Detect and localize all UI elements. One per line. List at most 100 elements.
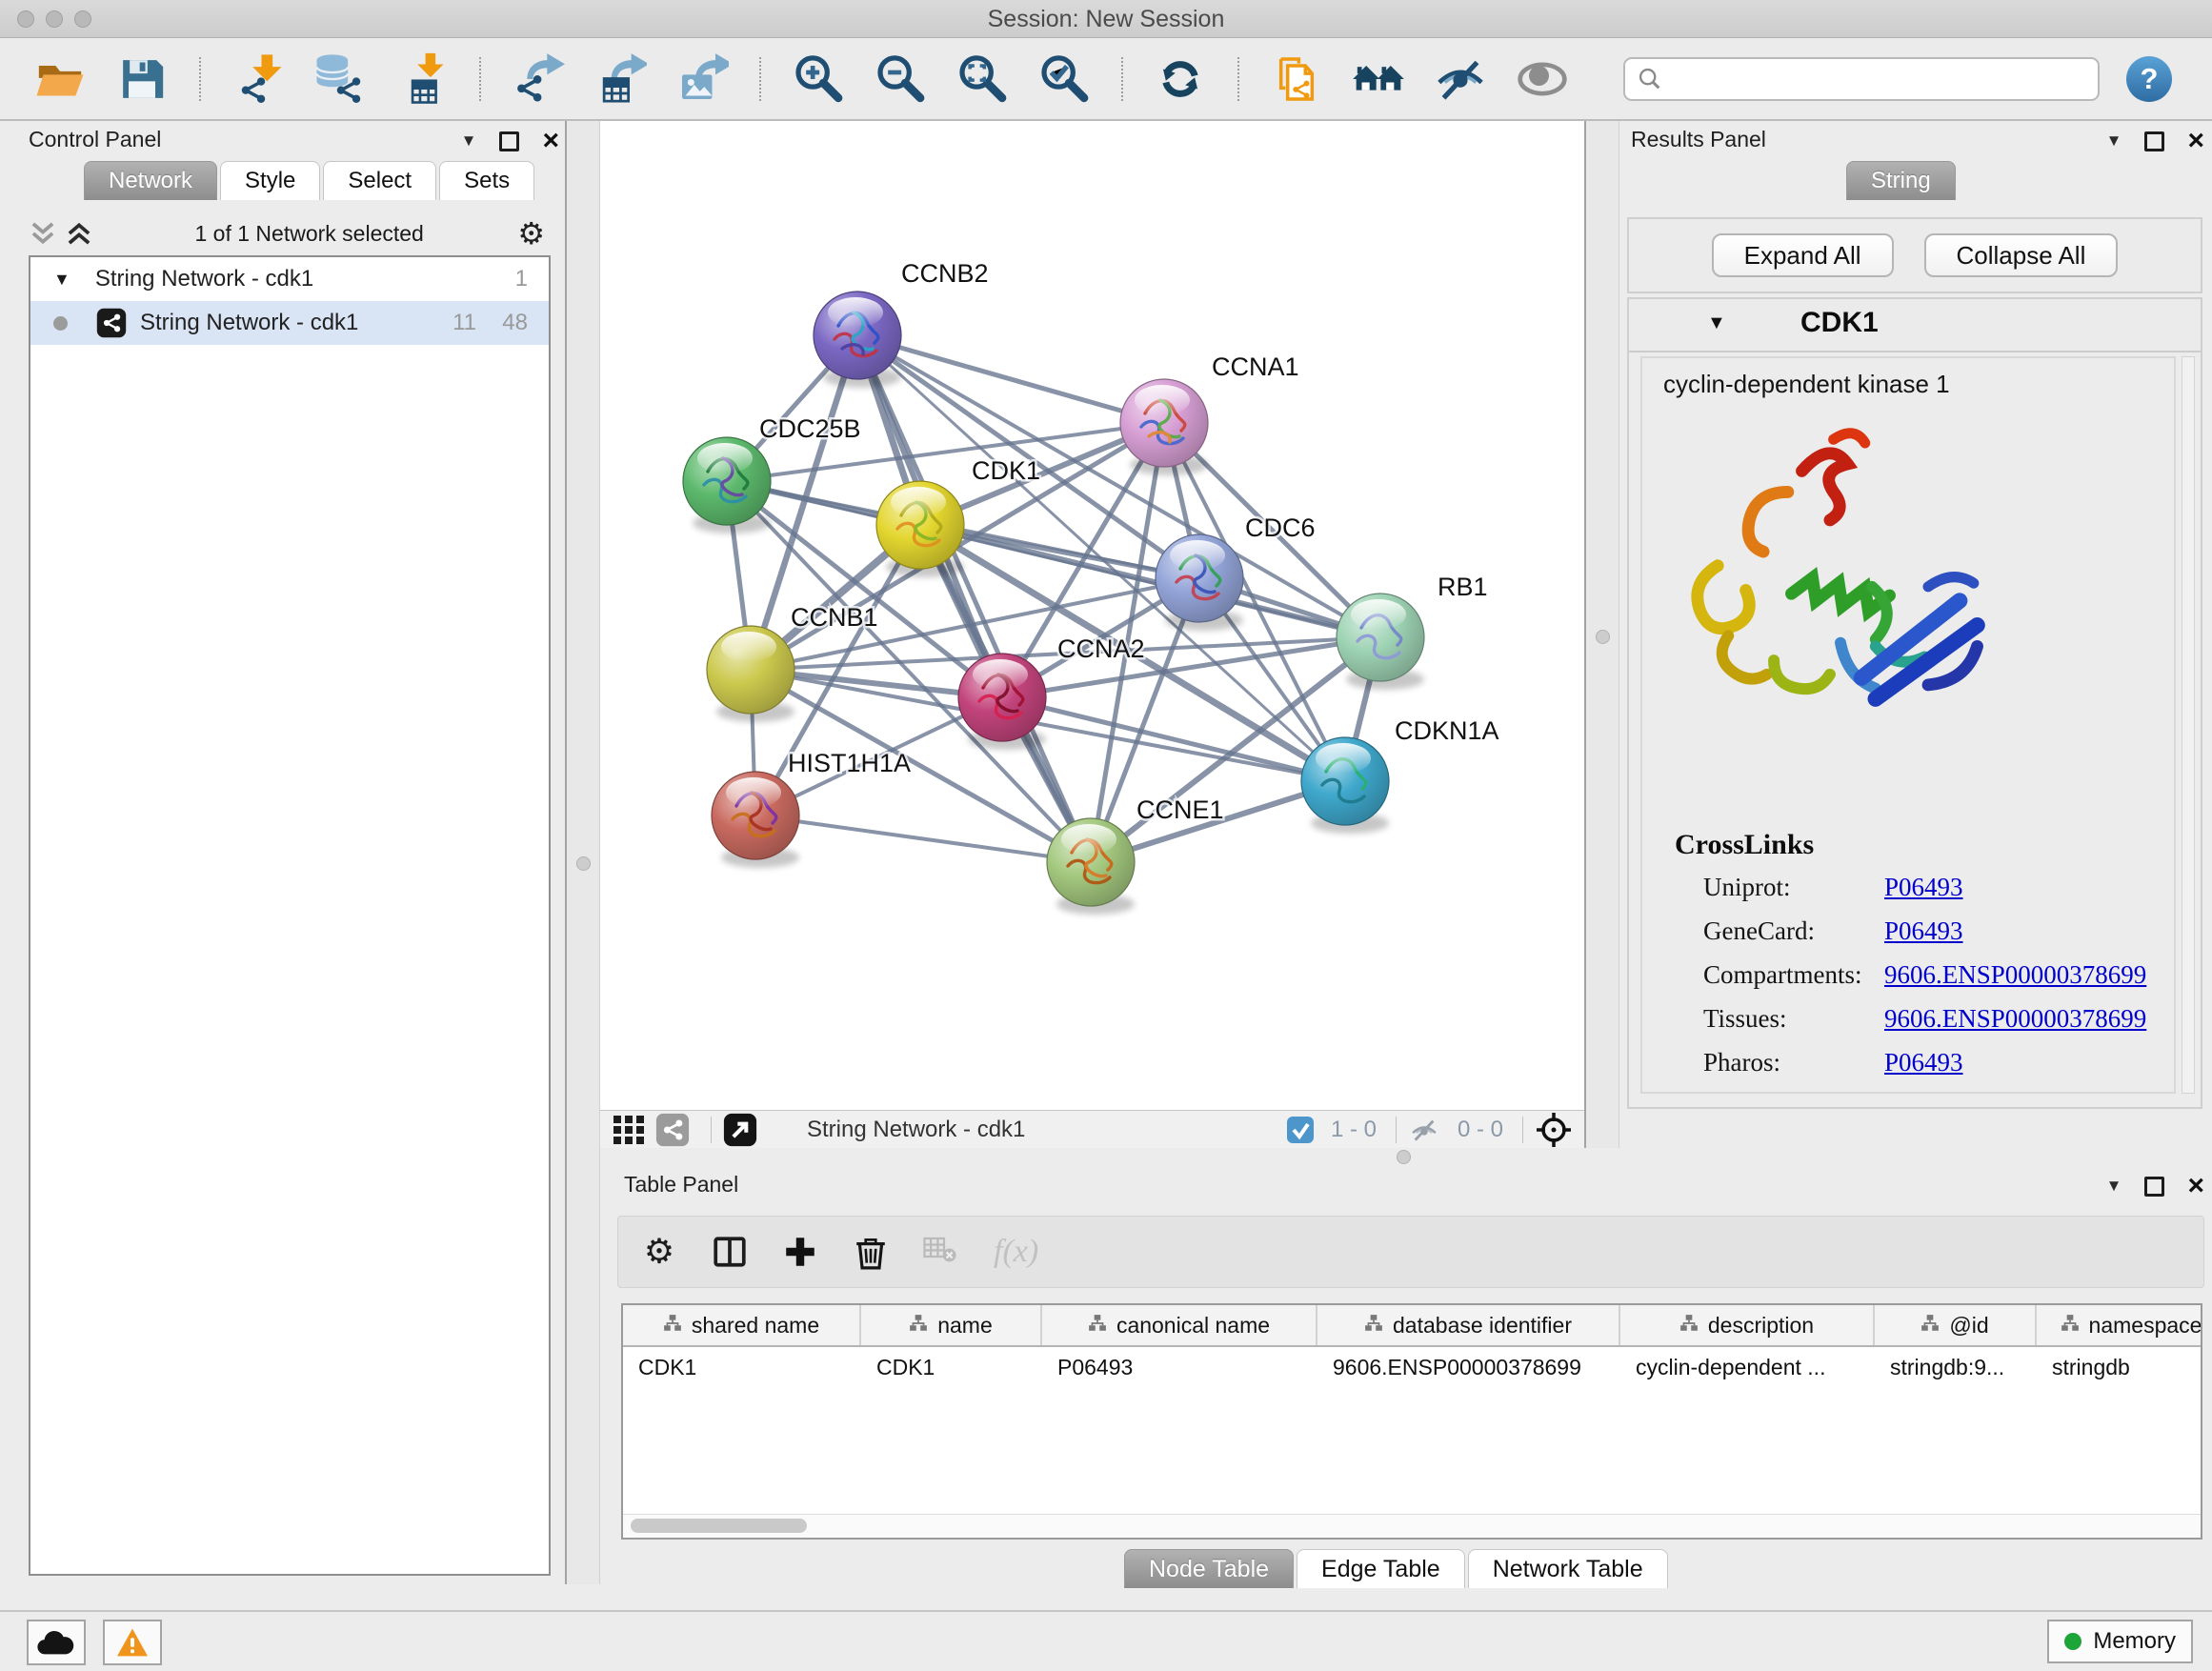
collection-expand-arrow-icon[interactable]: ▼ (53, 270, 70, 290)
column-header-name[interactable]: name (861, 1305, 1042, 1345)
crosslink-value[interactable]: 9606.ENSP00000378699 (1884, 960, 2146, 990)
open-session-icon[interactable] (33, 52, 87, 106)
tab-edge-table[interactable]: Edge Table (1297, 1549, 1465, 1588)
help-button[interactable]: ? (2126, 56, 2172, 102)
crosslink-value[interactable]: 9606.ENSP00000378699 (1884, 1004, 2146, 1034)
crosslink-value[interactable]: P06493 (1884, 1048, 1963, 1077)
share-network-icon[interactable] (655, 1113, 690, 1147)
refresh-view-icon[interactable] (1154, 52, 1207, 106)
table-cell[interactable]: CDK1 (861, 1355, 1042, 1380)
save-session-icon[interactable] (115, 52, 169, 106)
attribute-tree-icon (1088, 1313, 1107, 1339)
entry-collapse-arrow-icon[interactable]: ▼ (1707, 312, 1726, 334)
column-header-database-identifier[interactable]: database identifier (1317, 1305, 1620, 1345)
duplicate-network-icon[interactable] (1270, 52, 1323, 106)
network-node-CDKN1A[interactable]: CDKN1A (1301, 716, 1499, 834)
export-image-icon[interactable] (675, 52, 729, 106)
tab-network[interactable]: Network (84, 161, 217, 200)
splitter-handle[interactable] (1596, 630, 1610, 644)
gene-entry-header[interactable]: ▼ CDK1 (1629, 299, 2201, 352)
collapse-all-button[interactable]: Collapse All (1924, 233, 2119, 277)
expand-all-button[interactable]: Expand All (1712, 233, 1894, 277)
clear-table-icon[interactable] (923, 1234, 959, 1270)
tab-sets[interactable]: Sets (439, 161, 534, 200)
svg-text:⚙: ⚙ (644, 1234, 674, 1270)
column-header-description[interactable]: description (1620, 1305, 1875, 1345)
network-row[interactable]: String Network - cdk1 11 48 (30, 301, 549, 345)
tab-network-table[interactable]: Network Table (1468, 1549, 1668, 1588)
panel-close-icon[interactable]: × (2187, 1176, 2204, 1197)
hide-selected-icon[interactable] (1434, 52, 1487, 106)
panel-close-icon[interactable]: × (542, 131, 559, 151)
split-columns-icon[interactable] (712, 1234, 748, 1270)
network-edge[interactable] (755, 815, 1091, 862)
hidden-eye-icon[interactable] (1408, 1116, 1440, 1144)
column-header-canonical-name[interactable]: canonical name (1042, 1305, 1317, 1345)
splitter-right[interactable] (1584, 121, 1619, 1167)
function-builder-icon[interactable]: f(x) (994, 1234, 1038, 1270)
import-database-icon[interactable] (313, 52, 367, 106)
panel-close-icon[interactable]: × (2187, 131, 2204, 151)
open-in-window-icon[interactable] (723, 1113, 757, 1147)
column-header-namespace[interactable]: namespace (2037, 1305, 2202, 1345)
panel-collapse-arrow-icon[interactable]: ▼ (461, 131, 477, 151)
import-network-icon[interactable] (231, 52, 285, 106)
add-icon[interactable] (782, 1234, 818, 1270)
table-cell[interactable]: stringdb (2037, 1355, 2202, 1380)
export-table-icon[interactable] (593, 52, 647, 106)
tab-node-table[interactable]: Node Table (1124, 1549, 1294, 1588)
table-cell[interactable]: CDK1 (623, 1355, 861, 1380)
birdseye-view-icon[interactable] (1535, 1111, 1573, 1149)
table-cell[interactable]: stringdb:9... (1875, 1355, 2037, 1380)
network-canvas[interactable]: CCNB2CCNA1CDC25BCDK1CDC6RB1CCNB1CCNA2CDK… (600, 121, 1584, 1110)
zoom-selected-icon[interactable] (1037, 52, 1091, 106)
table-cell[interactable]: cyclin-dependent ... (1620, 1355, 1875, 1380)
selected-checkbox-icon[interactable] (1287, 1117, 1314, 1143)
network-collection-row[interactable]: ▼ String Network - cdk1 1 (30, 257, 549, 301)
splitter-handle[interactable] (1397, 1150, 1411, 1164)
network-node-CCNE1[interactable]: CCNE1 (1047, 795, 1224, 915)
network-node-HIST1H1A[interactable]: HIST1H1A (712, 749, 911, 868)
tab-string[interactable]: String (1846, 161, 1956, 200)
trash-icon[interactable] (853, 1234, 889, 1270)
splitter-handle[interactable] (576, 856, 591, 871)
panel-collapse-arrow-icon[interactable]: ▼ (2106, 1177, 2122, 1196)
scrollbar-thumb[interactable] (631, 1519, 807, 1533)
column-header-shared-name[interactable]: shared name (623, 1305, 861, 1345)
import-table-icon[interactable] (395, 52, 449, 106)
tab-select[interactable]: Select (323, 161, 436, 200)
network-node-CCNB1[interactable]: CCNB1 (707, 603, 878, 722)
results-scrollbar[interactable] (2182, 356, 2195, 1094)
session-home-icon[interactable] (1352, 52, 1405, 106)
show-all-icon[interactable] (1516, 52, 1569, 106)
grid-view-icon[interactable] (612, 1113, 646, 1147)
zoom-out-icon[interactable] (874, 52, 927, 106)
column-header--id[interactable]: @id (1875, 1305, 2037, 1345)
network-node-RB1[interactable]: RB1 (1337, 573, 1488, 690)
zoom-fit-icon[interactable] (955, 52, 1009, 106)
crosslink-value[interactable]: P06493 (1884, 873, 1963, 902)
network-edge[interactable] (857, 335, 1091, 862)
table-horizontal-scrollbar[interactable] (623, 1514, 2201, 1538)
panel-float-icon[interactable] (499, 131, 519, 151)
memory-button[interactable]: Memory (2047, 1620, 2193, 1663)
warning-button[interactable] (103, 1620, 162, 1665)
network-node-CCNA1[interactable]: CCNA1 (1120, 352, 1299, 475)
expand-all-chevron-icon[interactable] (29, 221, 57, 246)
table-cell[interactable]: 9606.ENSP00000378699 (1317, 1355, 1620, 1380)
table-row[interactable]: CDK1CDK1P064939606.ENSP00000378699cyclin… (623, 1347, 2201, 1387)
cloud-button[interactable] (27, 1620, 86, 1665)
panel-collapse-arrow-icon[interactable]: ▼ (2106, 131, 2122, 151)
panel-float-icon[interactable] (2144, 131, 2164, 151)
panel-float-icon[interactable] (2144, 1177, 2164, 1197)
splitter-left[interactable] (565, 121, 600, 1584)
network-options-gear-icon[interactable]: ⚙ (517, 215, 545, 252)
table-cell[interactable]: P06493 (1042, 1355, 1317, 1380)
export-network-icon[interactable] (512, 52, 565, 106)
tab-style[interactable]: Style (220, 161, 320, 200)
gear-icon[interactable]: ⚙ (641, 1234, 677, 1270)
crosslink-value[interactable]: P06493 (1884, 916, 1963, 946)
zoom-in-icon[interactable] (792, 52, 845, 106)
search-input[interactable] (1663, 65, 2086, 93)
collapse-all-chevron-icon[interactable] (65, 221, 93, 246)
